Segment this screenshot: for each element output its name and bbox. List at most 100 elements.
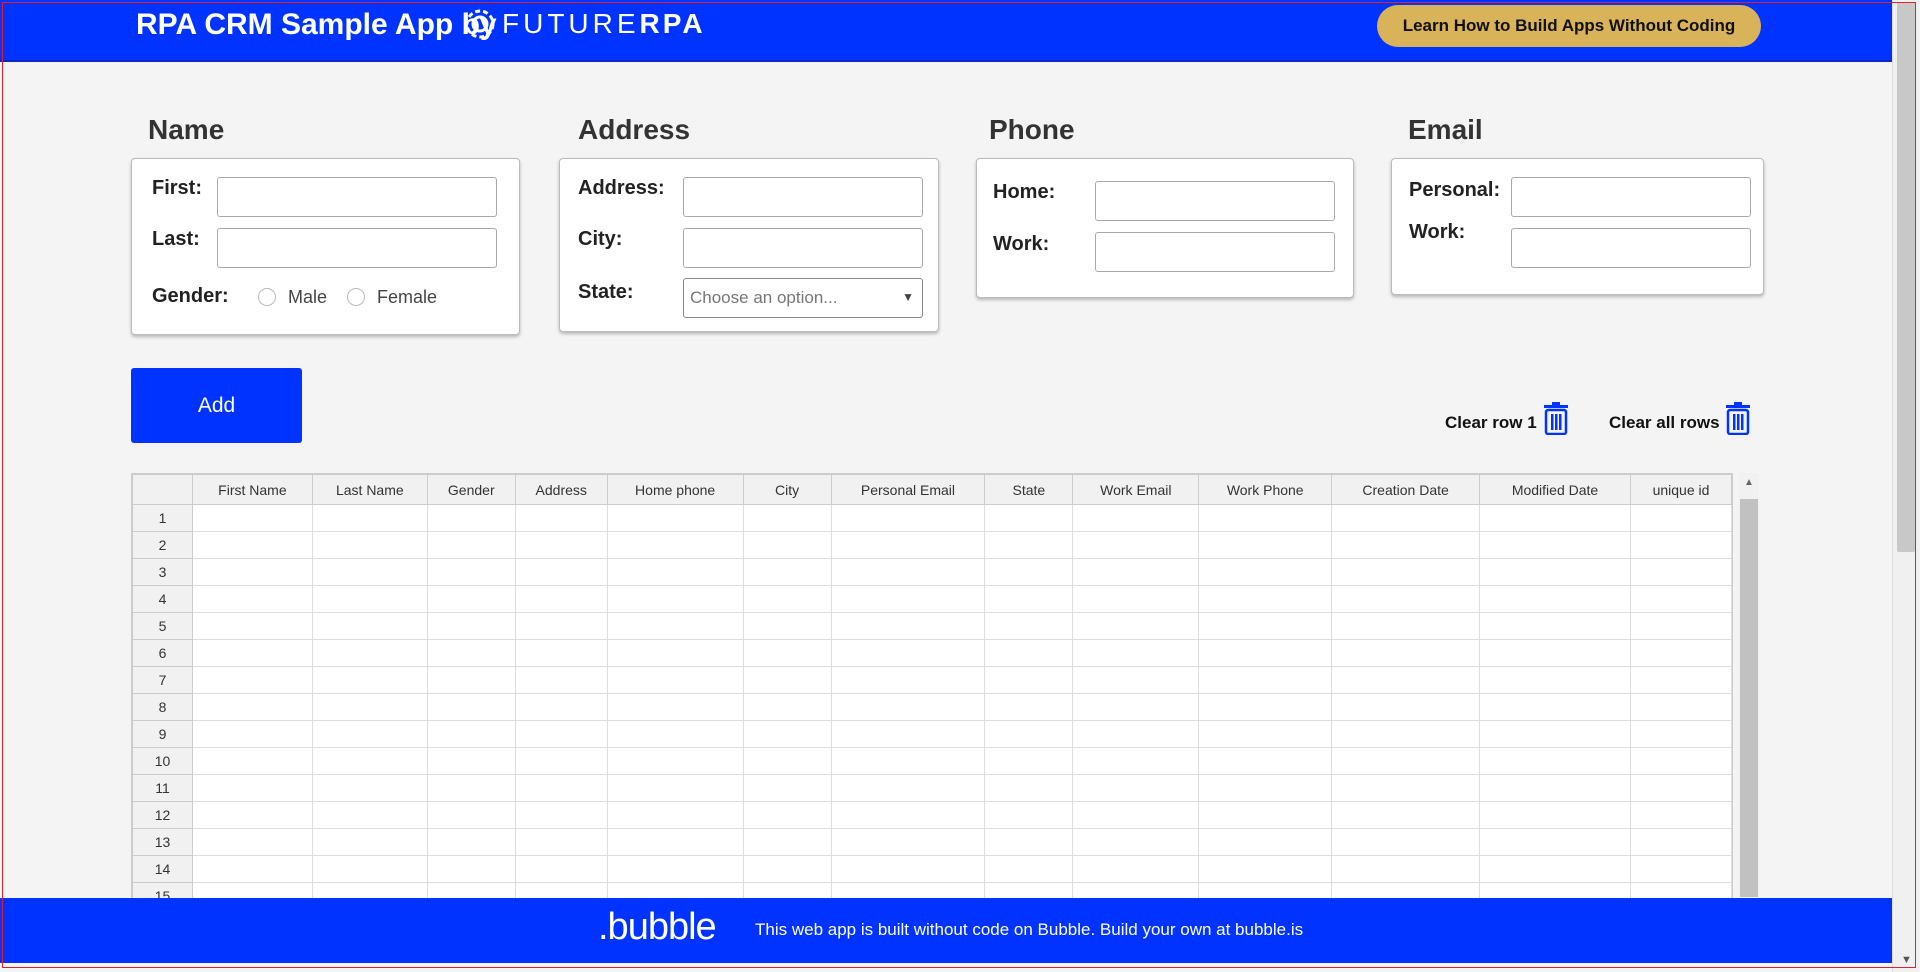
table-row[interactable]: 12: [132, 801, 1732, 829]
table-cell[interactable]: [606, 531, 744, 559]
table-cell[interactable]: [1629, 504, 1732, 532]
table-cell[interactable]: [1072, 720, 1200, 748]
table-cell[interactable]: [1198, 585, 1333, 613]
table-cell[interactable]: [311, 774, 428, 802]
table-cell[interactable]: [1331, 882, 1481, 898]
table-cell[interactable]: [311, 504, 428, 532]
bubble-logo[interactable]: .bubble: [598, 906, 717, 949]
table-cell[interactable]: [311, 801, 428, 829]
table-cell[interactable]: [311, 612, 428, 640]
table-cell[interactable]: [311, 828, 428, 856]
table-cell[interactable]: [1629, 855, 1732, 883]
table-cell[interactable]: [984, 693, 1074, 721]
table-cell[interactable]: [1331, 693, 1481, 721]
column-header[interactable]: Modified Date: [1479, 474, 1631, 505]
city-input[interactable]: [683, 228, 923, 268]
table-cell[interactable]: [426, 882, 516, 898]
table-cell[interactable]: [191, 855, 313, 883]
table-cell[interactable]: [830, 720, 986, 748]
table-cell[interactable]: [1331, 612, 1481, 640]
table-cell[interactable]: [1331, 558, 1481, 586]
female-radio[interactable]: [347, 288, 365, 306]
table-cell[interactable]: [426, 639, 516, 667]
table-row[interactable]: 3: [132, 558, 1732, 586]
table-cell[interactable]: [1072, 747, 1200, 775]
table-cell[interactable]: [1479, 558, 1631, 586]
table-cell[interactable]: [606, 504, 744, 532]
table-cell[interactable]: [1198, 828, 1333, 856]
table-cell[interactable]: [514, 882, 608, 898]
column-header[interactable]: Creation Date: [1331, 474, 1481, 505]
table-cell[interactable]: [514, 666, 608, 694]
table-cell[interactable]: [426, 504, 516, 532]
table-row[interactable]: 4: [132, 585, 1732, 613]
table-cell[interactable]: [1479, 855, 1631, 883]
table-cell[interactable]: [1331, 828, 1481, 856]
row-number[interactable]: 4: [132, 585, 193, 613]
table-cell[interactable]: [191, 801, 313, 829]
table-cell[interactable]: [1198, 882, 1333, 898]
table-cell[interactable]: [1479, 693, 1631, 721]
table-row[interactable]: 2: [132, 531, 1732, 559]
table-cell[interactable]: [191, 828, 313, 856]
male-radio[interactable]: [258, 288, 276, 306]
table-cell[interactable]: [984, 855, 1074, 883]
table-cell[interactable]: [1198, 801, 1333, 829]
table-cell[interactable]: [1072, 612, 1200, 640]
table-cell[interactable]: [426, 855, 516, 883]
table-cell[interactable]: [984, 558, 1074, 586]
table-row[interactable]: 7: [132, 666, 1732, 694]
table-cell[interactable]: [606, 801, 744, 829]
table-cell[interactable]: [742, 585, 832, 613]
row-number[interactable]: 5: [132, 612, 193, 640]
table-cell[interactable]: [830, 666, 986, 694]
table-cell[interactable]: [742, 693, 832, 721]
table-cell[interactable]: [1198, 693, 1333, 721]
table-cell[interactable]: [191, 882, 313, 898]
table-cell[interactable]: [514, 747, 608, 775]
table-cell[interactable]: [1629, 801, 1732, 829]
table-cell[interactable]: [1331, 720, 1481, 748]
table-cell[interactable]: [1072, 585, 1200, 613]
column-header[interactable]: City: [742, 474, 832, 505]
personal-email-input[interactable]: [1511, 177, 1751, 217]
table-cell[interactable]: [514, 828, 608, 856]
table-cell[interactable]: [984, 720, 1074, 748]
table-cell[interactable]: [984, 801, 1074, 829]
table-cell[interactable]: [1072, 666, 1200, 694]
scroll-down-icon[interactable]: ▼: [1901, 954, 1912, 966]
column-header[interactable]: Personal Email: [830, 474, 986, 505]
table-cell[interactable]: [742, 801, 832, 829]
table-cell[interactable]: [606, 558, 744, 586]
table-cell[interactable]: [514, 855, 608, 883]
row-number[interactable]: 15: [132, 882, 193, 898]
table-cell[interactable]: [426, 693, 516, 721]
table-cell[interactable]: [1198, 666, 1333, 694]
column-header[interactable]: State: [984, 474, 1074, 505]
table-cell[interactable]: [606, 882, 744, 898]
table-row[interactable]: 5: [132, 612, 1732, 640]
table-cell[interactable]: [984, 531, 1074, 559]
row-number[interactable]: 2: [132, 531, 193, 559]
table-cell[interactable]: [1198, 531, 1333, 559]
last-name-input[interactable]: [217, 228, 497, 268]
table-cell[interactable]: [1629, 882, 1732, 898]
table-cell[interactable]: [830, 801, 986, 829]
table-cell[interactable]: [1072, 855, 1200, 883]
table-cell[interactable]: [514, 585, 608, 613]
table-cell[interactable]: [606, 585, 744, 613]
table-cell[interactable]: [311, 666, 428, 694]
table-cell[interactable]: [1479, 612, 1631, 640]
table-cell[interactable]: [742, 828, 832, 856]
table-cell[interactable]: [1331, 639, 1481, 667]
table-row[interactable]: 8: [132, 693, 1732, 721]
table-cell[interactable]: [426, 747, 516, 775]
add-button[interactable]: Add: [131, 368, 302, 443]
row-number[interactable]: 8: [132, 693, 193, 721]
table-cell[interactable]: [191, 693, 313, 721]
table-cell[interactable]: [984, 639, 1074, 667]
table-cell[interactable]: [984, 612, 1074, 640]
table-cell[interactable]: [1629, 828, 1732, 856]
table-cell[interactable]: [606, 774, 744, 802]
column-header[interactable]: Last Name: [311, 474, 428, 505]
